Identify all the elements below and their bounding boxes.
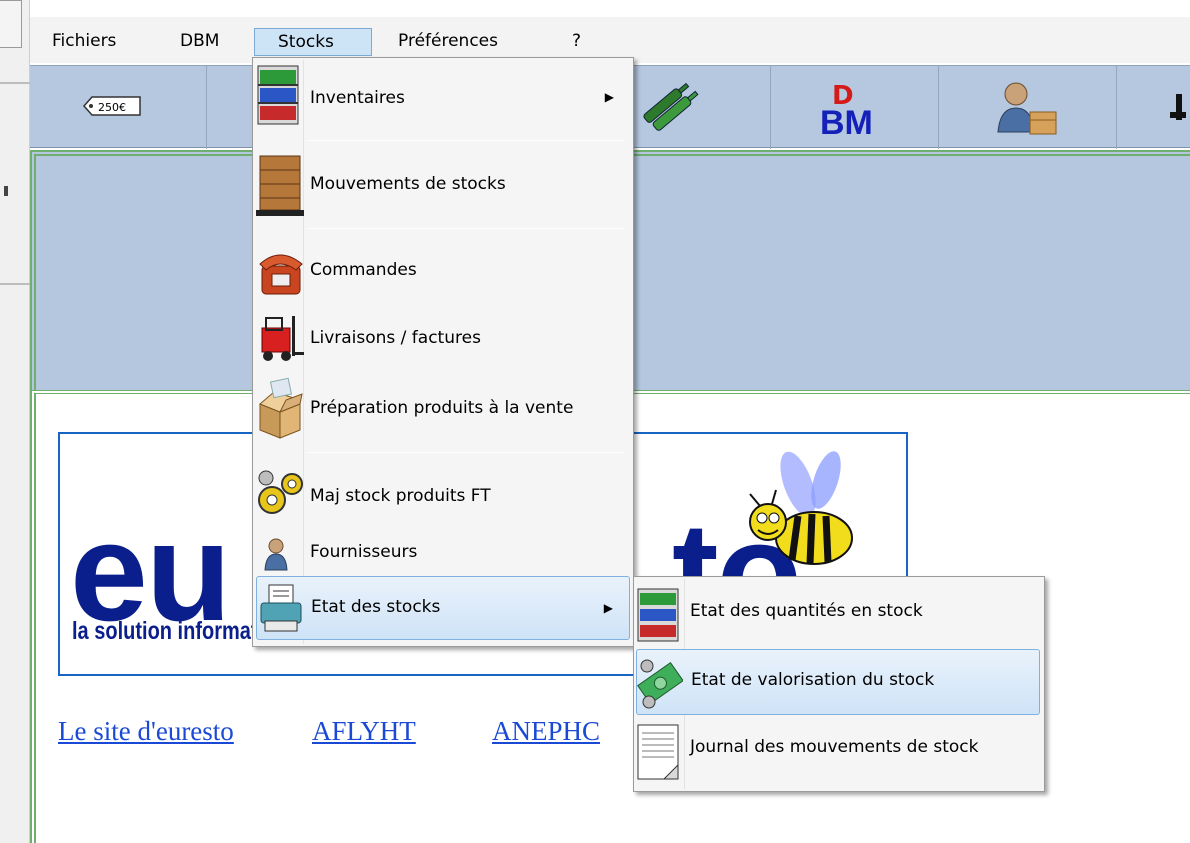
menu-separator — [307, 452, 625, 453]
supplier-button[interactable] — [990, 76, 1062, 143]
toolbar-separator — [206, 66, 207, 149]
menu-item-label: Etat des stocks — [311, 597, 441, 617]
toolbar-separator — [770, 66, 771, 149]
bee-mascot-icon — [749, 451, 853, 565]
price-tag-text: 250€ — [98, 101, 126, 114]
menu-item-label: Inventaires — [310, 88, 405, 108]
submenu-item-journal[interactable]: Journal des mouvements de stock — [636, 717, 1040, 783]
toolbar-button-partial[interactable] — [1170, 90, 1190, 135]
menu-item-mouvements[interactable]: Mouvements de stocks — [256, 148, 630, 222]
menu-item-label: Fournisseurs — [310, 542, 418, 562]
left-panel-edge — [0, 0, 30, 843]
gears-icon — [258, 470, 303, 514]
toolbar-separator — [1116, 66, 1117, 149]
menu-separator — [307, 140, 625, 141]
left-panel-button[interactable] — [0, 0, 22, 48]
link-site-euresto[interactable]: Le site d'euresto — [58, 716, 234, 747]
menu-item-etat-des-stocks[interactable]: Etat des stocks ▶ — [256, 576, 630, 640]
printer-icon — [260, 584, 302, 632]
document-icon — [637, 724, 679, 780]
menu-item-preparation[interactable]: Préparation produits à la vente — [256, 374, 630, 444]
menu-item-label: Mouvements de stocks — [310, 174, 506, 194]
dbm-button[interactable]: D BM — [810, 76, 890, 142]
left-panel-divider-2 — [0, 283, 30, 285]
price-tag-icon: 250€ — [82, 96, 141, 116]
link-anephc[interactable]: ANEPHC — [492, 716, 600, 747]
menu-fichiers[interactable]: Fichiers — [52, 28, 116, 56]
menu-item-maj-stock[interactable]: Maj stock produits FT — [256, 462, 630, 526]
price-tag-button[interactable]: 250€ — [82, 94, 144, 118]
submenu-arrow-icon: ▶ — [604, 90, 614, 104]
crate-icon — [256, 155, 304, 216]
dbm-logo-text: BM — [820, 104, 873, 140]
forklift-icon — [261, 316, 304, 361]
left-panel-divider — [0, 82, 30, 84]
submenu-item-label: Journal des mouvements de stock — [690, 737, 979, 757]
etat-des-stocks-submenu: Etat des quantités en stock Etat de valo… — [633, 576, 1045, 792]
submenu-item-etat-quantites[interactable]: Etat des quantités en stock — [636, 581, 1040, 647]
submenu-item-etat-valorisation[interactable]: Etat de valorisation du stock — [636, 649, 1040, 715]
left-panel-marker — [4, 186, 8, 196]
menu-item-label: Commandes — [310, 260, 417, 280]
wine-bottles-icon — [643, 82, 699, 131]
menu-item-label: Maj stock produits FT — [310, 486, 491, 506]
dbm-logo-icon: D BM — [820, 81, 873, 142]
submenu-item-label: Etat des quantités en stock — [690, 601, 923, 621]
open-box-icon — [259, 377, 303, 439]
menu-item-livraisons[interactable]: Livraisons / factures — [256, 306, 630, 370]
person-box-icon — [997, 82, 1057, 135]
menu-item-label: Préparation produits à la vente — [310, 398, 574, 418]
shelf-icon — [257, 65, 299, 125]
menu-item-inventaires[interactable]: Inventaires ▶ — [256, 62, 630, 134]
partial-icon — [1170, 94, 1186, 120]
menu-item-commandes[interactable]: Commandes — [256, 238, 630, 302]
stocks-dropdown-menu: Inventaires ▶ Mouvements de stocks Comma… — [252, 57, 634, 647]
submenu-item-label: Etat de valorisation du stock — [691, 670, 935, 690]
menu-preferences[interactable]: Préférences — [398, 28, 498, 56]
toolbar-separator — [938, 66, 939, 149]
menu-item-label: Livraisons / factures — [310, 328, 481, 348]
menu-stocks[interactable]: Stocks — [254, 28, 372, 56]
submenu-arrow-icon: ▶ — [603, 601, 613, 615]
bottles-button[interactable] — [632, 76, 702, 141]
menu-separator — [307, 228, 625, 229]
link-aflyht[interactable]: AFLYHT — [312, 716, 416, 747]
menu-item-fournisseurs[interactable]: Fournisseurs — [256, 528, 630, 580]
phone-icon — [259, 254, 303, 295]
money-gears-icon — [637, 659, 683, 709]
menu-dbm[interactable]: DBM — [180, 28, 219, 56]
shelf-icon — [637, 588, 679, 642]
menu-help[interactable]: ? — [572, 28, 581, 56]
person-icon — [264, 538, 288, 571]
